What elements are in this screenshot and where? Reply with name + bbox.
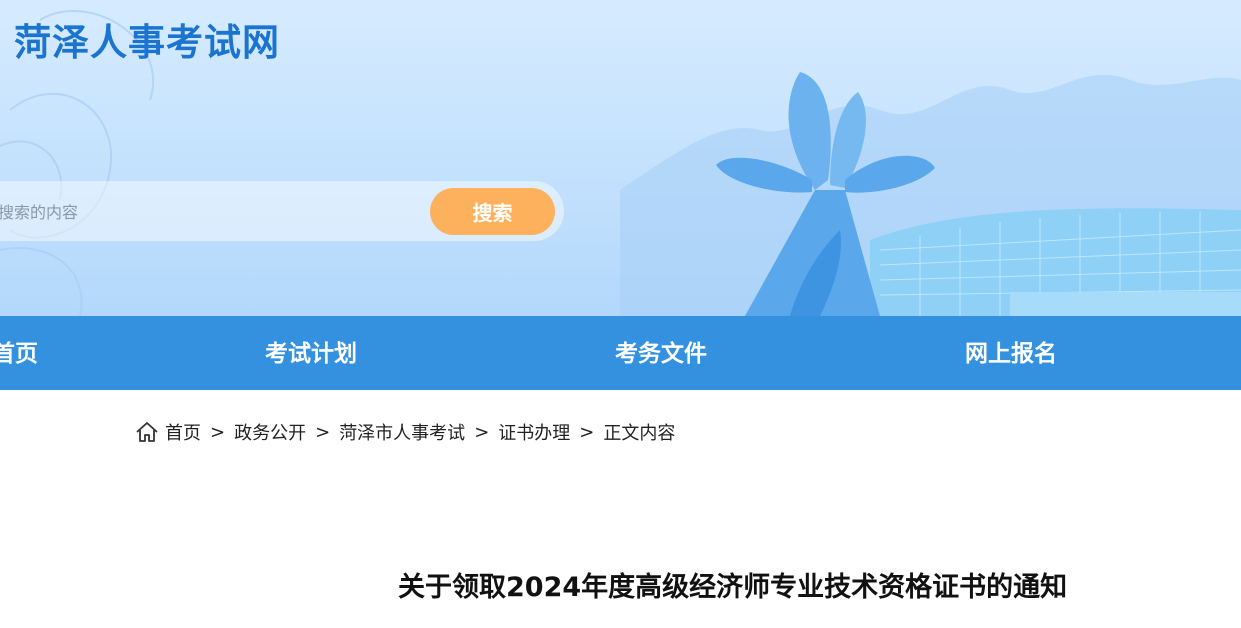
header-banner: 菏泽人事考试网 搜索 [0, 0, 1241, 316]
breadcrumb-item-government-affairs[interactable]: 政务公开 [234, 419, 306, 445]
breadcrumb-item-certificate[interactable]: 证书办理 [498, 419, 570, 445]
nav-item-home[interactable]: 首页 [0, 316, 38, 390]
breadcrumb-item-home[interactable]: 首页 [165, 419, 201, 445]
search-input[interactable] [0, 188, 460, 236]
breadcrumb-separator: > [474, 421, 490, 443]
search-button[interactable]: 搜索 [430, 188, 555, 235]
breadcrumb-item-heze-exam[interactable]: 菏泽市人事考试 [339, 419, 465, 445]
breadcrumb-separator: > [210, 421, 226, 443]
article-title: 关于领取2024年度高级经济师专业技术资格证书的通知 [398, 572, 1068, 603]
stadium-base [1010, 292, 1241, 316]
home-icon[interactable] [135, 420, 159, 444]
nav-item-exam-documents[interactable]: 考务文件 [615, 316, 707, 390]
site-title[interactable]: 菏泽人事考试网 [14, 12, 280, 66]
breadcrumb: 首页 > 政务公开 > 菏泽市人事考试 > 证书办理 > 正文内容 [135, 419, 675, 445]
breadcrumb-separator: > [315, 421, 331, 443]
breadcrumb-separator: > [579, 421, 595, 443]
main-nav: 首页 考试计划 考务文件 网上报名 [0, 316, 1241, 390]
nav-item-online-registration[interactable]: 网上报名 [965, 316, 1057, 390]
nav-item-exam-plan[interactable]: 考试计划 [265, 316, 357, 390]
breadcrumb-item-current: 正文内容 [603, 423, 676, 444]
